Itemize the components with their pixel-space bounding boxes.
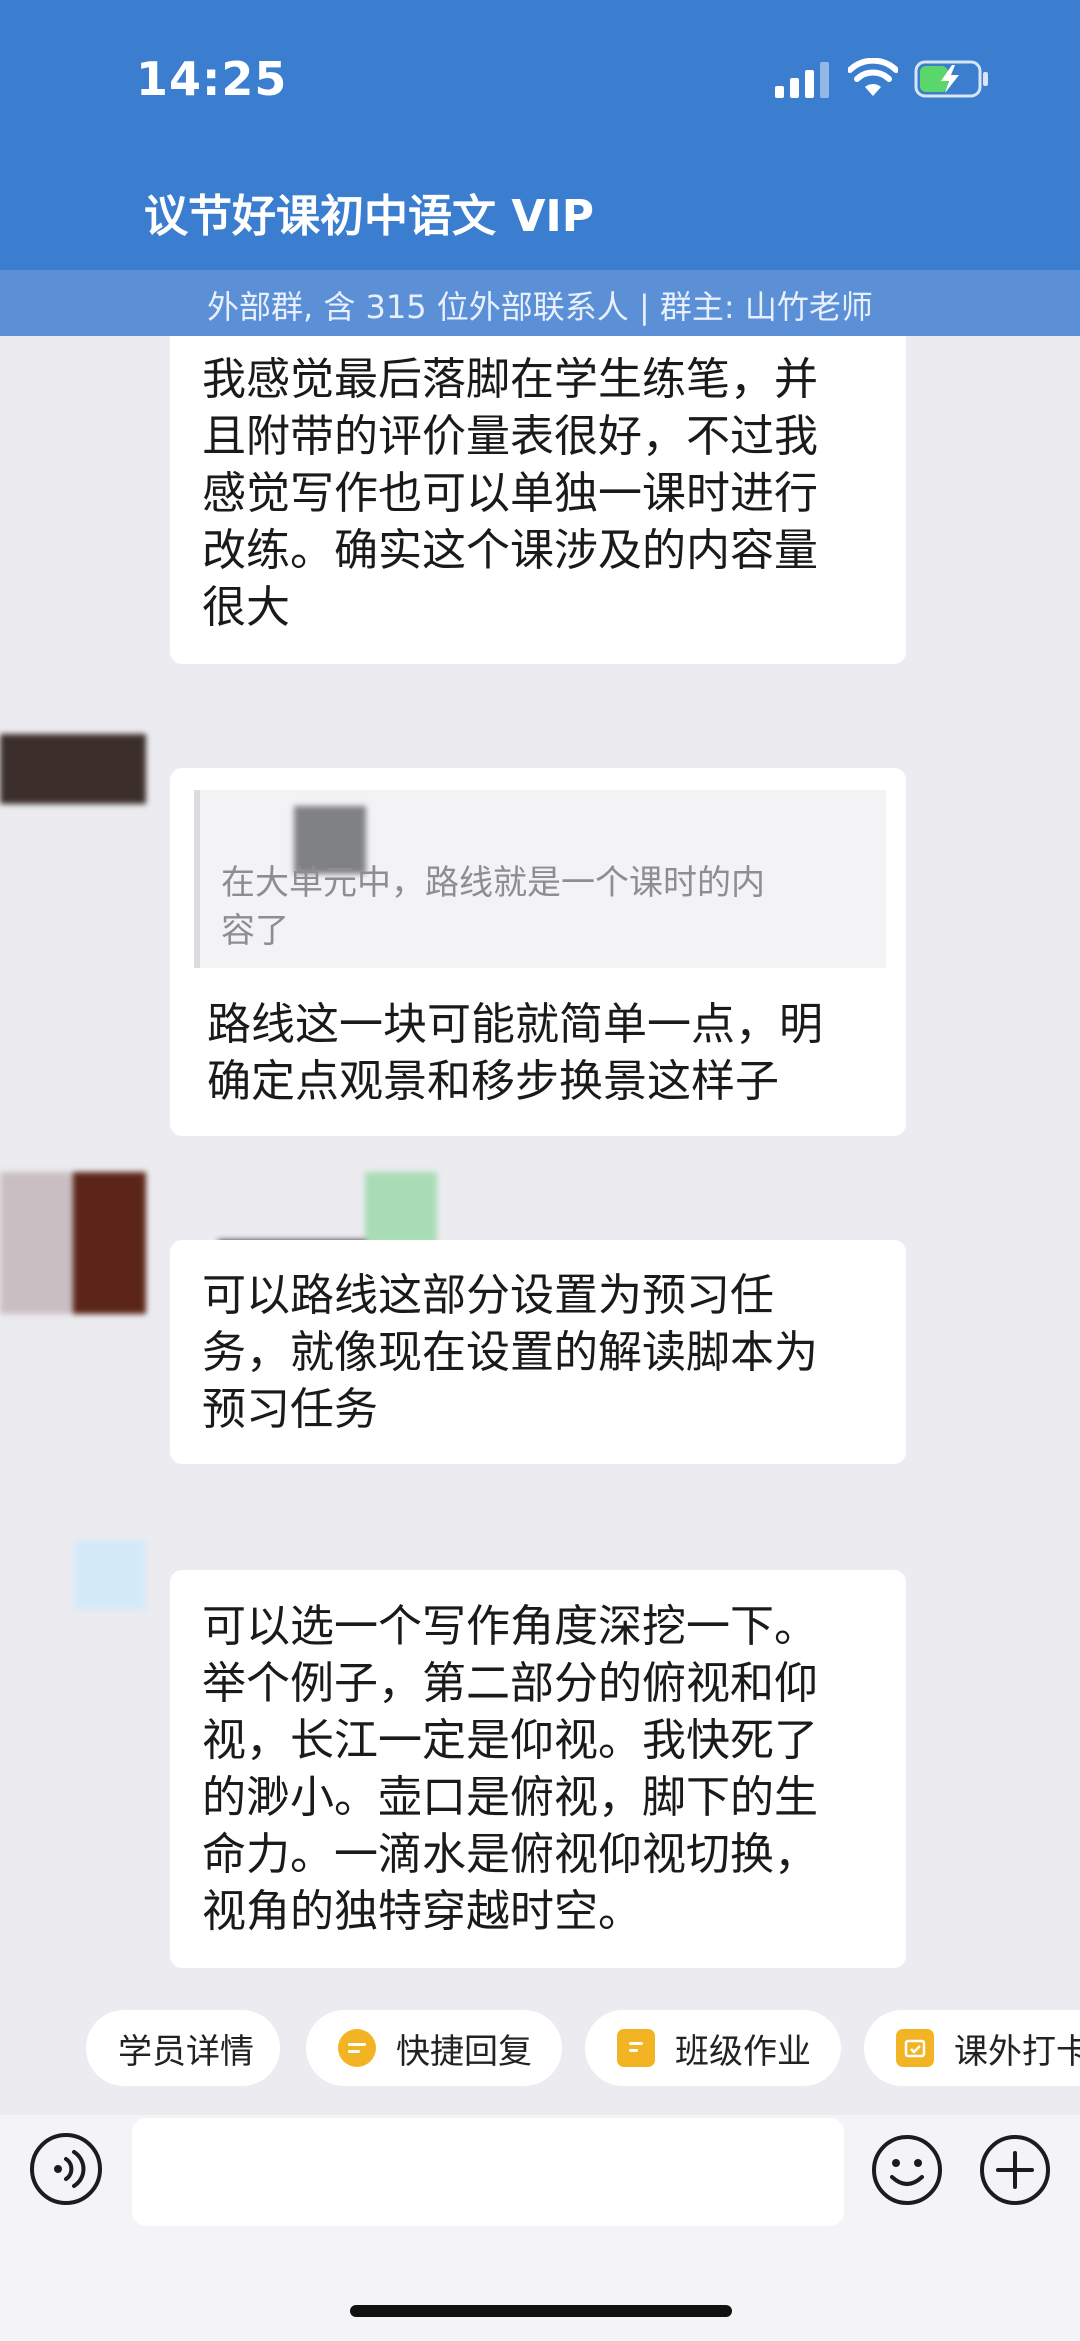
avatar[interactable] xyxy=(0,1172,146,1314)
quick-reply-button[interactable]: 快捷回复 xyxy=(306,2010,562,2086)
title-fade xyxy=(590,176,650,236)
message-input[interactable] xyxy=(132,2118,844,2226)
chip-label: 班级作业 xyxy=(675,2031,811,2072)
emoji-button[interactable] xyxy=(870,2133,944,2207)
voice-input-button[interactable] xyxy=(30,2133,102,2205)
homework-icon xyxy=(617,2029,655,2067)
message-text: 可以路线这部分设置为预习任 务，就像现在设置的解读脚本为 预习任务 xyxy=(202,1270,818,1435)
chip-label: 学员详情 xyxy=(118,2031,254,2072)
voice-icon xyxy=(54,2150,86,2188)
chip-label: 课外打卡 xyxy=(954,2031,1080,2072)
status-time: 14:25 xyxy=(136,52,288,106)
more-options-button[interactable] xyxy=(978,2133,1052,2207)
quick-reply-icon xyxy=(338,2029,376,2067)
group-info-text: 外部群, 含 315 位外部联系人 | 群主: 山竹老师 xyxy=(207,288,873,326)
battery-charging-icon xyxy=(914,60,988,98)
student-details-button[interactable]: 学员详情 xyxy=(86,2010,280,2086)
group-info-bar[interactable]: 外部群, 含 315 位外部联系人 | 群主: 山竹老师 xyxy=(0,270,1080,336)
calendar-icon xyxy=(896,2029,934,2067)
wifi-icon xyxy=(848,58,898,96)
sender-name xyxy=(365,1172,437,1244)
avatar[interactable] xyxy=(74,1540,146,1610)
chip-label: 快捷回复 xyxy=(396,2031,532,2072)
chat-title[interactable]: 议节好课初中语文 VIP xyxy=(144,180,594,244)
message-text: 我感觉最后落脚在学生练笔，并 且附带的评价量表很好，不过我 感觉写作也可以单独一… xyxy=(202,354,818,633)
chat-header: 14:25 议节好课初中语文 VIP 外部群, 含 315 位外部联系人 | 群… xyxy=(0,0,1080,336)
message-text: 路线这一块可能就简单一点，明 确定点观景和移步换景这样子 xyxy=(207,999,823,1107)
cellular-signal-icon xyxy=(775,62,829,98)
message-text: 可以选一个写作角度深挖一下。 举个例子，第二部分的俯视和仰 视，长江一定是仰视。… xyxy=(202,1601,818,1937)
class-homework-button[interactable]: 班级作业 xyxy=(585,2010,841,2086)
avatar[interactable] xyxy=(0,734,146,804)
quoted-message-text: 在大单元中，路线就是一个课时的内 容了 xyxy=(221,863,765,951)
extracurricular-checkin-button[interactable]: 课外打卡 xyxy=(864,2010,1080,2086)
home-indicator[interactable] xyxy=(350,2305,732,2317)
